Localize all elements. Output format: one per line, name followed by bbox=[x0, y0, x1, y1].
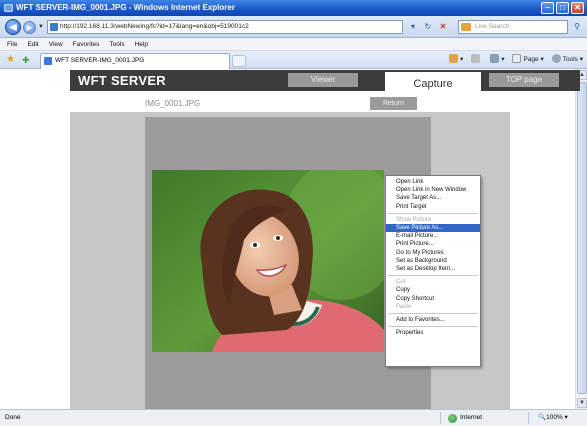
add-favorites-icon[interactable]: ✚ bbox=[22, 54, 30, 66]
context-menu-separator bbox=[388, 212, 478, 214]
address-url: http://192.168.11.3/webNewing/fc?id=17&l… bbox=[60, 23, 249, 30]
context-menu-item[interactable]: Set as Background bbox=[386, 257, 480, 265]
status-divider bbox=[440, 412, 441, 424]
captured-photo[interactable] bbox=[152, 170, 384, 352]
page-menu-button[interactable]: Page ▾ bbox=[512, 54, 544, 66]
stop-icon[interactable]: ✕ bbox=[437, 21, 449, 33]
zoom-level[interactable]: 🔍100% ▾ bbox=[538, 410, 568, 426]
search-placeholder: Live Search bbox=[475, 23, 510, 30]
context-menu-item: Paste bbox=[396, 303, 412, 310]
status-bar: Done Internet 🔍100% ▾ bbox=[0, 409, 587, 426]
context-menu-item[interactable]: Copy Shortcut bbox=[386, 295, 480, 303]
refresh-icon[interactable]: ↻ bbox=[422, 21, 434, 33]
address-toolbar: ◀ ▶ ▼ http://192.168.11.3/webNewing/fc?i… bbox=[0, 16, 587, 38]
context-menu-item[interactable]: E-mail Picture... bbox=[386, 232, 480, 240]
page-icon bbox=[50, 23, 58, 31]
minimize-button[interactable]: – bbox=[541, 2, 554, 14]
context-menu-item: Show Picture bbox=[396, 216, 432, 223]
print-icon bbox=[490, 54, 500, 63]
return-button[interactable]: Return bbox=[370, 97, 417, 110]
page-icon bbox=[512, 54, 522, 63]
status-text: Done bbox=[5, 414, 21, 421]
menu-view[interactable]: View bbox=[49, 38, 63, 50]
menu-file[interactable]: File bbox=[7, 38, 17, 50]
photo-image bbox=[152, 170, 384, 352]
security-zone-label: Internet bbox=[460, 414, 483, 421]
menu-favorites[interactable]: Favorites bbox=[73, 38, 100, 50]
context-menu-separator bbox=[388, 326, 478, 328]
image-filename: IMG_0001.JPG bbox=[145, 99, 201, 108]
security-zone: Internet bbox=[448, 410, 482, 426]
context-menu-separator bbox=[388, 313, 478, 315]
search-input[interactable]: Live Search bbox=[458, 20, 568, 34]
context-menu-item[interactable]: Open Link bbox=[386, 178, 480, 186]
context-menu-item[interactable]: Print Target bbox=[386, 203, 480, 211]
home-button[interactable]: ▾ bbox=[448, 54, 463, 66]
history-dropdown-icon[interactable]: ▼ bbox=[38, 24, 44, 30]
context-menu-item[interactable]: Add to Favorites... bbox=[386, 316, 480, 324]
scroll-thumb[interactable] bbox=[577, 82, 587, 394]
context-menu-item[interactable]: Open Link in New Window bbox=[386, 186, 480, 194]
close-button[interactable]: ✕ bbox=[571, 2, 584, 14]
status-divider bbox=[528, 412, 529, 424]
browser-tab-label: WFT SERVER-IMG_0001.JPG bbox=[55, 57, 145, 64]
context-menu-item[interactable]: Copy bbox=[386, 286, 480, 294]
tab-top-page[interactable]: TOP page bbox=[489, 73, 559, 87]
tab-toolbar: ★ ✚ WFT SERVER-IMG_0001.JPG ▾ ▾ Page ▾ T… bbox=[0, 51, 587, 69]
vertical-scrollbar[interactable]: ▲ ▼ bbox=[575, 69, 587, 409]
zoom-level-value: 100% bbox=[546, 414, 563, 421]
tab-viewer-bg: Viewer bbox=[220, 70, 385, 91]
page-menu-label: Page bbox=[523, 56, 539, 63]
browser-tab[interactable]: WFT SERVER-IMG_0001.JPG bbox=[40, 53, 230, 69]
home-icon bbox=[448, 54, 458, 63]
maximize-button[interactable]: □ bbox=[556, 2, 569, 14]
forward-button[interactable]: ▶ bbox=[23, 21, 36, 34]
scroll-down-button[interactable]: ▼ bbox=[577, 398, 587, 408]
tab-page-icon bbox=[44, 57, 52, 65]
globe-icon bbox=[448, 413, 457, 423]
context-menu-item: Cut bbox=[396, 279, 406, 286]
menu-edit[interactable]: Edit bbox=[27, 38, 38, 50]
search-provider-icon bbox=[461, 23, 471, 31]
tab-capture[interactable]: Capture bbox=[385, 70, 481, 94]
context-menu-item[interactable]: Go to My Pictures bbox=[386, 249, 480, 257]
wft-header: WFT SERVER Viewer Capture TOP page bbox=[70, 70, 580, 94]
favorites-star-icon[interactable]: ★ bbox=[6, 54, 15, 66]
context-menu-item[interactable]: Print Picture... bbox=[386, 240, 480, 248]
context-menu: Open Link Open Link in New Window Save Tar… bbox=[385, 175, 481, 367]
context-menu-item[interactable]: Set as Desktop Item... bbox=[386, 265, 480, 273]
new-tab-button[interactable] bbox=[232, 55, 246, 67]
tab-viewer[interactable]: Viewer bbox=[288, 73, 358, 87]
tools-menu-button[interactable]: Tools ▾ bbox=[551, 54, 583, 66]
tab-top-bg: TOP page bbox=[481, 70, 580, 91]
tools-menu-label: Tools bbox=[562, 56, 578, 63]
menu-help[interactable]: Help bbox=[135, 38, 148, 50]
feeds-button[interactable] bbox=[471, 54, 482, 66]
context-menu-item[interactable]: Properties bbox=[386, 329, 480, 337]
window-title: WFT SERVER-IMG_0001.JPG - Windows Intern… bbox=[16, 3, 235, 12]
context-menu-item[interactable]: Save Picture As... bbox=[386, 224, 480, 233]
menu-bar: File Edit View Favorites Tools Help bbox=[0, 38, 587, 51]
back-button[interactable]: ◀ bbox=[5, 19, 21, 35]
address-dropdown-icon[interactable]: ▾ bbox=[407, 21, 419, 33]
feeds-icon bbox=[471, 54, 481, 63]
gear-icon bbox=[551, 54, 561, 63]
menu-tools[interactable]: Tools bbox=[109, 38, 124, 50]
address-input[interactable]: http://192.168.11.3/webNewing/fc?id=17&l… bbox=[47, 20, 403, 34]
ie-app-icon bbox=[4, 4, 13, 12]
context-menu-separator bbox=[388, 275, 478, 277]
search-icon[interactable]: ⚲ bbox=[571, 21, 583, 33]
print-button[interactable]: ▾ bbox=[490, 54, 504, 66]
window-title-bar: WFT SERVER-IMG_0001.JPG - Windows Intern… bbox=[0, 0, 587, 16]
wft-brand: WFT SERVER bbox=[70, 70, 220, 91]
context-menu-item[interactable]: Save Target As... bbox=[386, 194, 480, 202]
